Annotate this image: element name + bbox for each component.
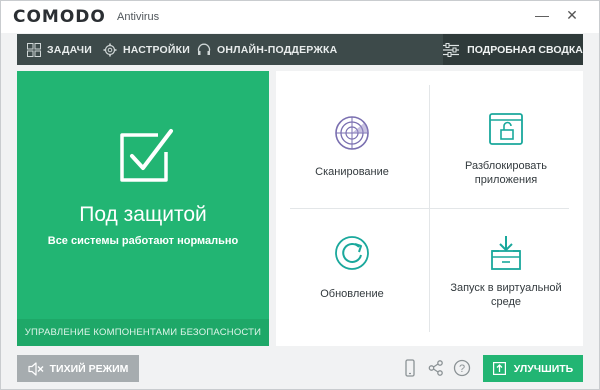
status-subtitle: Все системы работают нормально <box>47 235 239 247</box>
grid-icon <box>27 42 41 57</box>
update-tile[interactable]: Обновление <box>276 209 428 345</box>
quiet-mode-label: ТИХИЙ РЕЖИМ <box>49 362 129 375</box>
refresh-icon <box>335 236 369 270</box>
tile-label-line: приложения <box>474 174 538 186</box>
nav-item-support[interactable]: ОНЛАЙН-ПОДДЕРЖКА <box>197 34 337 65</box>
summary-label: ПОДРОБНАЯ СВОДКА <box>467 43 583 56</box>
nav-item-settings[interactable]: НАСТРОЙКИ <box>103 34 190 65</box>
detailed-summary-button[interactable]: ПОДРОБНАЯ СВОДКА <box>443 34 583 65</box>
scan-tile[interactable]: Сканирование <box>276 71 428 207</box>
nav-item-tasks[interactable]: ЗАДАЧИ <box>27 34 92 65</box>
help-icon[interactable]: ? <box>453 359 471 377</box>
tile-label: Сканирование <box>315 166 389 178</box>
action-tiles: Сканирование Разблокировать приложения О… <box>276 71 583 346</box>
protection-status-panel: Под защитой Все системы работают нормаль… <box>17 71 269 346</box>
tile-label-line: Запуск в виртуальной <box>450 282 562 294</box>
mobile-icon[interactable] <box>401 359 419 377</box>
minimize-button[interactable]: — <box>531 5 553 25</box>
brand-logo: COMODO <box>13 7 106 27</box>
virtual-run-tile[interactable]: Запуск в виртуальной среде <box>430 209 582 345</box>
quiet-mode-button[interactable]: ТИХИЙ РЕЖИМ <box>17 355 139 382</box>
product-name: Antivirus <box>117 11 160 23</box>
title-bar: COMODO Antivirus — ✕ <box>1 1 599 33</box>
radar-scan-icon <box>335 116 369 150</box>
share-icon[interactable] <box>427 359 445 377</box>
help-glyph: ? <box>459 363 465 375</box>
unblock-apps-tile[interactable]: Разблокировать приложения <box>430 71 582 207</box>
nav-item-label: ОНЛАЙН-ПОДДЕРЖКА <box>217 43 338 56</box>
unlock-window-icon <box>489 113 523 145</box>
close-button[interactable]: ✕ <box>561 5 583 25</box>
upgrade-button[interactable]: УЛУЧШИТЬ <box>483 355 583 382</box>
manage-security-components-link[interactable]: УПРАВЛЕНИЕ КОМПОНЕНТАМИ БЕЗОПАСНОСТИ <box>17 319 269 346</box>
nav-bar: ЗАДАЧИ НАСТРОЙКИ ОНЛАЙН-ПОДДЕРЖКА ПОДРОБ… <box>17 34 583 65</box>
tile-label: Обновление <box>320 288 384 300</box>
nav-item-label: ЗАДАЧИ <box>47 43 92 56</box>
app-window: COMODO Antivirus — ✕ ЗАДАЧИ НАСТРОЙКИ ОН… <box>0 0 600 390</box>
gear-icon <box>103 43 117 56</box>
status-title: Под защитой <box>79 203 207 226</box>
checkmark-icon <box>120 129 173 182</box>
sandbox-box-icon <box>491 236 521 270</box>
support-icon <box>197 43 211 55</box>
upgrade-arrow-icon <box>492 362 506 375</box>
nav-item-label: НАСТРОЙКИ <box>123 43 190 56</box>
sliders-icon <box>443 42 460 57</box>
tile-label-line: Разблокировать <box>465 160 547 172</box>
mute-speaker-icon <box>28 361 44 376</box>
upgrade-label: УЛУЧШИТЬ <box>513 362 574 375</box>
tile-label-line: среде <box>490 296 522 308</box>
